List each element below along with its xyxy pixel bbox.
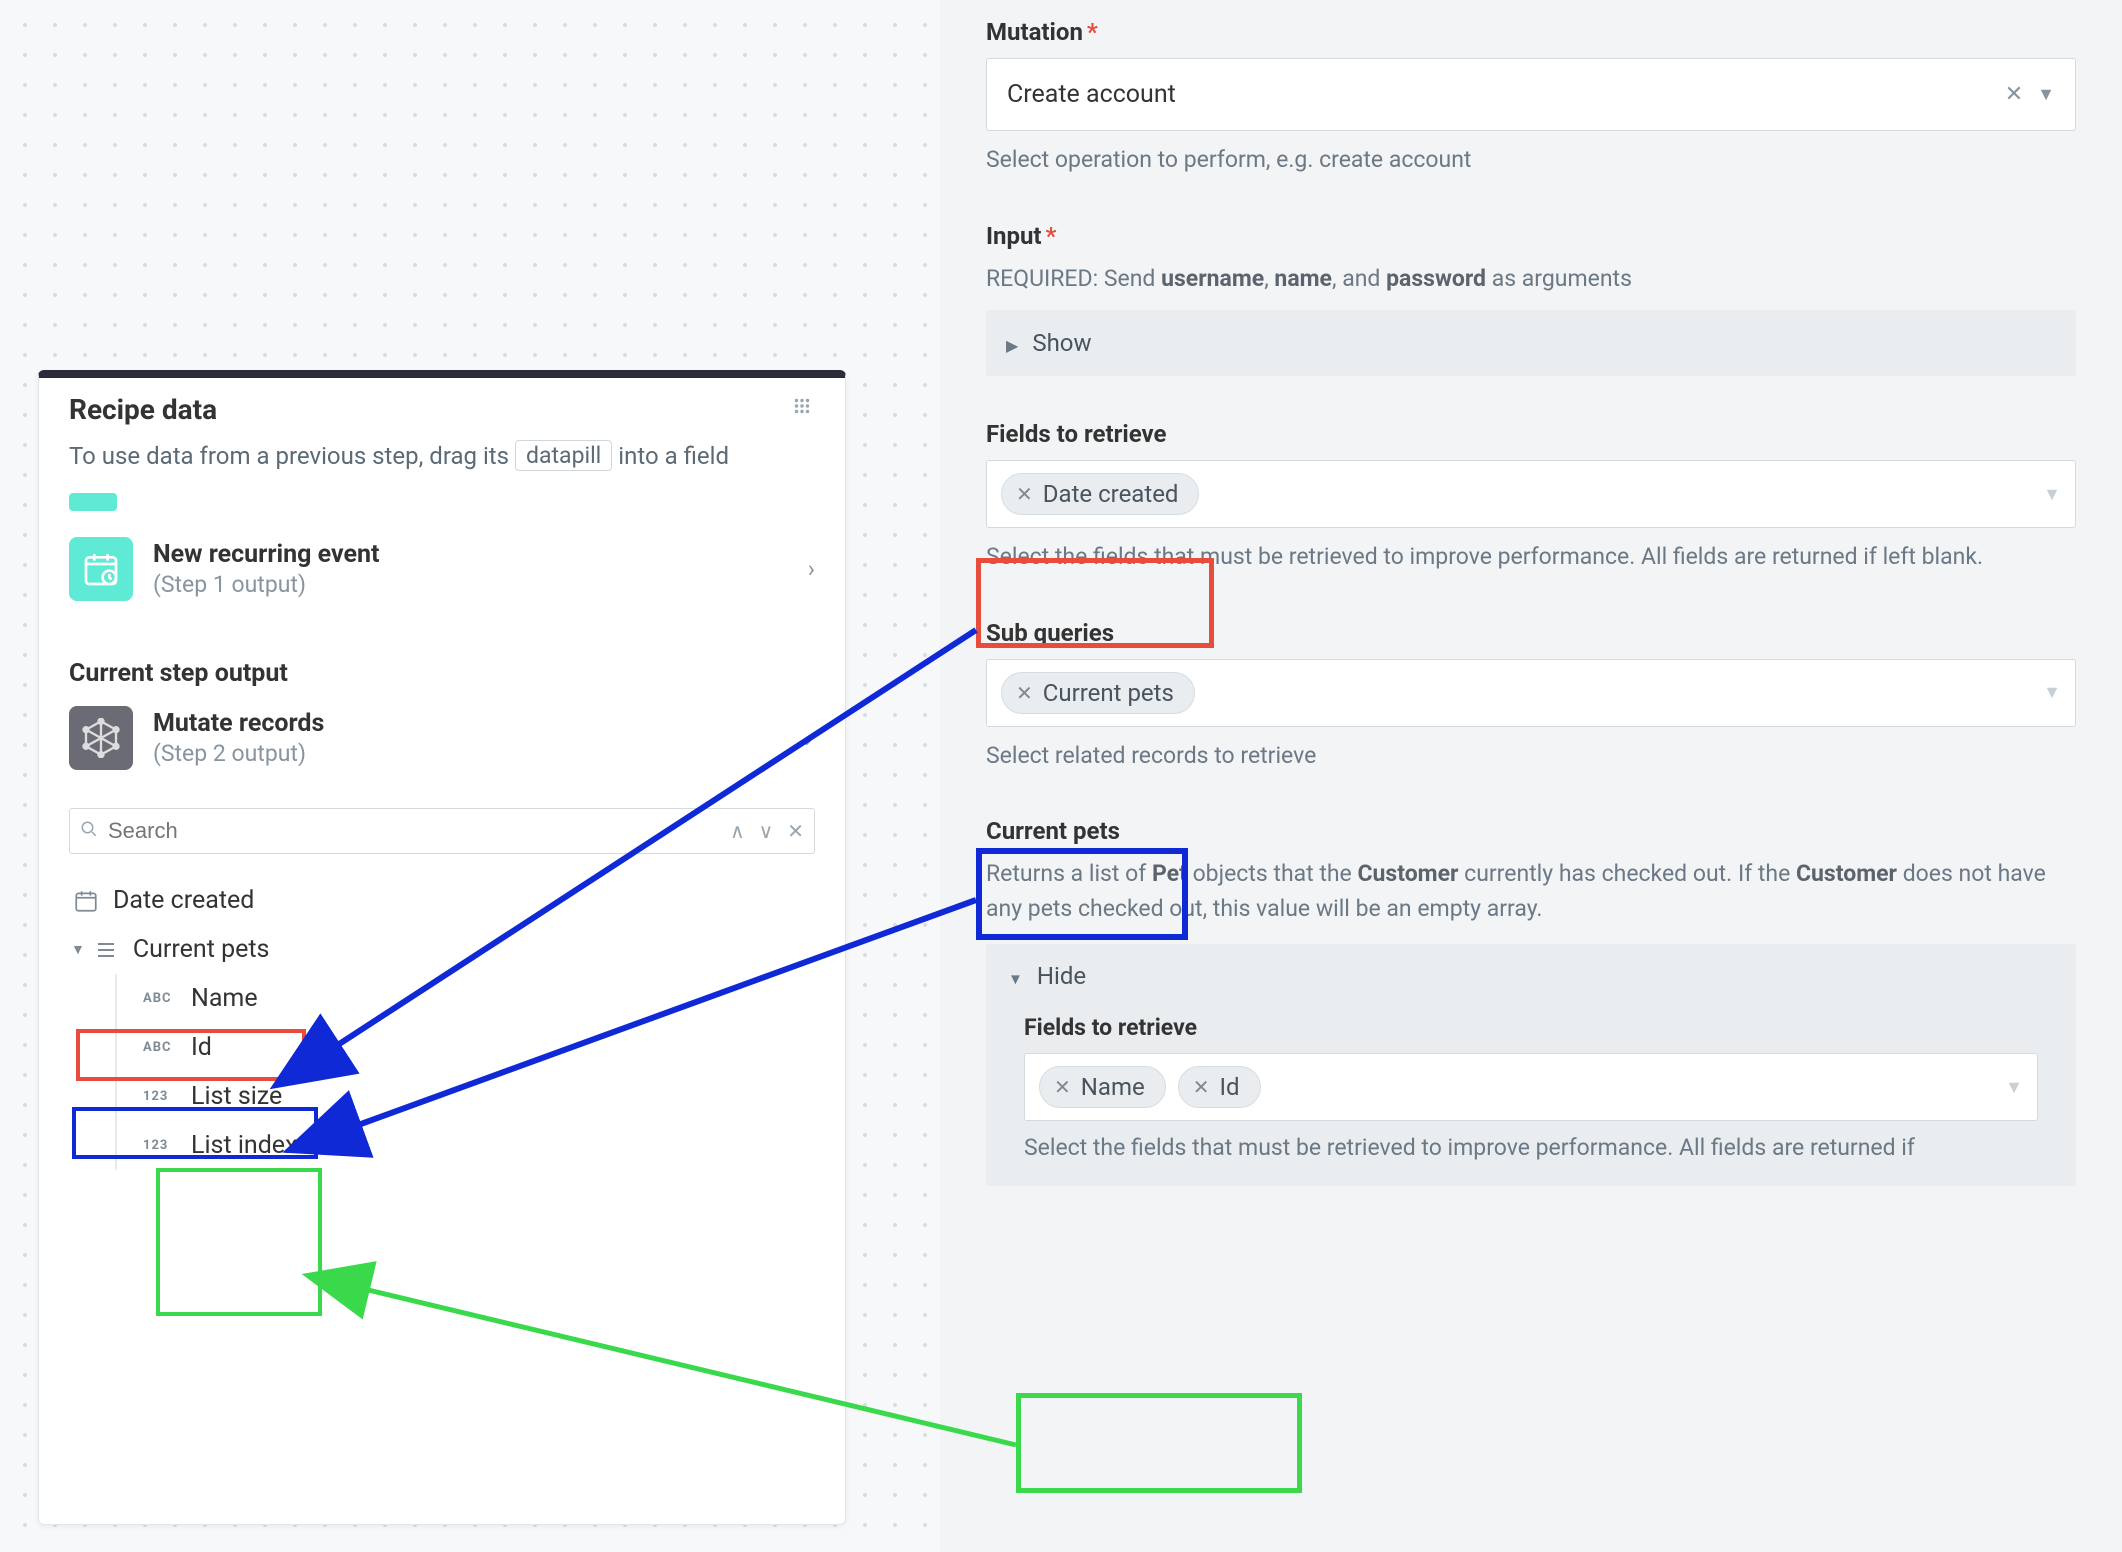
mutation-value: Create account <box>1007 80 1176 109</box>
remove-pill-icon[interactable]: ✕ <box>1193 1075 1210 1099</box>
remove-pill-icon[interactable]: ✕ <box>1016 482 1033 506</box>
subtitle-text-post: into a field <box>618 442 729 470</box>
tree-current-pets-label: Current pets <box>133 935 270 964</box>
step-1-block[interactable]: New recurring event (Step 1 output) › <box>39 519 845 619</box>
current-step-output-label: Current step output <box>39 619 845 702</box>
fields-helper: Select the fields that must be retrieved… <box>986 540 2076 575</box>
tree-list-size-label: List size <box>191 1082 282 1111</box>
mutation-label: Mutation* <box>986 18 2076 46</box>
graphql-icon <box>69 706 133 770</box>
tree-list-size[interactable]: 123 List size <box>69 1072 815 1121</box>
dropdown-caret-icon: ▼ <box>2005 1077 2023 1098</box>
fields-to-retrieve-input[interactable]: ✕ Date created ▼ <box>986 460 2076 528</box>
search-icon <box>80 819 98 843</box>
step-2-title: Mutate records <box>153 709 778 738</box>
current-pets-helper: Returns a list of Pet objects that the C… <box>986 857 2076 926</box>
recipe-data-title: Recipe data <box>69 393 217 426</box>
tree-list-index-label: List index <box>191 1131 297 1160</box>
remove-pill-icon[interactable]: ✕ <box>1054 1075 1071 1099</box>
fields-to-retrieve-label: Fields to retrieve <box>986 420 2076 448</box>
date-icon <box>71 888 101 914</box>
abc-type-icon: ABC <box>139 991 179 1006</box>
search-bar[interactable]: ∧ ∨ ✕ <box>69 808 815 854</box>
subtitle-text-pre: To use data from a previous step, drag i… <box>69 442 509 470</box>
pill-name[interactable]: ✕ Name <box>1039 1066 1166 1108</box>
tree-current-pets[interactable]: ▼ Current pets <box>69 925 815 974</box>
inner-fields-helper: Select the fields that must be retrieved… <box>1024 1131 2038 1166</box>
step-1-sub: (Step 1 output) <box>153 571 788 598</box>
tree-id[interactable]: ABC Id <box>69 1023 815 1072</box>
triangle-right-icon <box>1006 329 1018 357</box>
pill-current-pets-label: Current pets <box>1043 679 1174 707</box>
pill-name-label: Name <box>1081 1073 1145 1101</box>
current-pets-label: Current pets <box>986 817 2076 845</box>
step-2-sub: (Step 2 output) <box>153 740 778 767</box>
number-type-icon: 123 <box>139 1138 179 1153</box>
dropdown-caret-icon: ▼ <box>2043 682 2061 703</box>
mutation-select[interactable]: Create account ✕ ▼ <box>986 58 2076 131</box>
search-prev-icon[interactable]: ∧ <box>730 819 745 843</box>
pill-id-label: Id <box>1219 1073 1239 1101</box>
subq-helper: Select related records to retrieve <box>986 739 2076 774</box>
number-type-icon: 123 <box>139 1089 179 1104</box>
output-tree: Date created ▼ Current pets ABC Name ABC… <box>39 866 845 1170</box>
current-pets-hide-toggle[interactable]: Hide <box>986 944 2076 1008</box>
sub-queries-input[interactable]: ✕ Current pets ▼ <box>986 659 2076 727</box>
input-label: Input* <box>986 222 2076 250</box>
drag-handle-icon[interactable] <box>789 393 815 419</box>
previous-step-stub <box>69 493 117 511</box>
remove-pill-icon[interactable]: ✕ <box>1016 681 1033 705</box>
tree-list-index[interactable]: 123 List index <box>69 1121 815 1170</box>
pill-date-created-label: Date created <box>1043 480 1179 508</box>
sub-queries-label: Sub queries <box>986 619 2076 647</box>
calendar-icon <box>69 537 133 601</box>
config-panel: Mutation* Create account ✕ ▼ Select oper… <box>940 0 2122 1552</box>
step-2-block[interactable]: Mutate records (Step 2 output) ⌄ <box>39 702 845 788</box>
recipe-data-subtitle: To use data from a previous step, drag i… <box>39 436 845 491</box>
search-clear-icon[interactable]: ✕ <box>787 819 804 843</box>
input-helper: REQUIRED: Send username, name, and passw… <box>986 262 2076 297</box>
datapill-tag: datapill <box>515 440 612 471</box>
pill-date-created[interactable]: ✕ Date created <box>1001 473 1199 515</box>
caret-down-icon: ▼ <box>71 941 85 958</box>
list-icon <box>91 937 121 963</box>
pill-current-pets[interactable]: ✕ Current pets <box>1001 672 1195 714</box>
hide-label: Hide <box>1037 962 1086 990</box>
recipe-data-panel: Recipe data To use data from a previous … <box>38 370 846 1525</box>
mutation-helper: Select operation to perform, e.g. create… <box>986 143 2076 178</box>
dropdown-caret-icon: ▼ <box>2043 484 2061 505</box>
pill-id[interactable]: ✕ Id <box>1178 1066 1261 1108</box>
search-input[interactable] <box>108 818 730 844</box>
tree-date-created-label: Date created <box>113 886 254 915</box>
clear-mutation-icon[interactable]: ✕ <box>2005 82 2023 107</box>
tree-name-label: Name <box>191 984 258 1013</box>
current-pets-inner-panel: Hide Fields to retrieve ✕ Name ✕ Id ▼ Se… <box>986 944 2076 1186</box>
tree-name[interactable]: ABC Name <box>69 974 815 1023</box>
inner-fields-label: Fields to retrieve <box>1024 1014 2038 1041</box>
triangle-down-icon <box>1008 962 1023 990</box>
abc-type-icon: ABC <box>139 1040 179 1055</box>
dropdown-caret-icon: ▼ <box>2037 84 2055 105</box>
inner-fields-input[interactable]: ✕ Name ✕ Id ▼ <box>1024 1053 2038 1121</box>
search-next-icon[interactable]: ∨ <box>759 819 774 843</box>
chevron-right-icon: › <box>808 555 815 583</box>
step-1-title: New recurring event <box>153 540 788 569</box>
tree-id-label: Id <box>191 1033 212 1062</box>
show-label: Show <box>1032 329 1091 357</box>
chevron-down-icon: ⌄ <box>798 726 815 750</box>
input-show-toggle[interactable]: Show <box>986 310 2076 376</box>
tree-date-created[interactable]: Date created <box>69 876 815 925</box>
